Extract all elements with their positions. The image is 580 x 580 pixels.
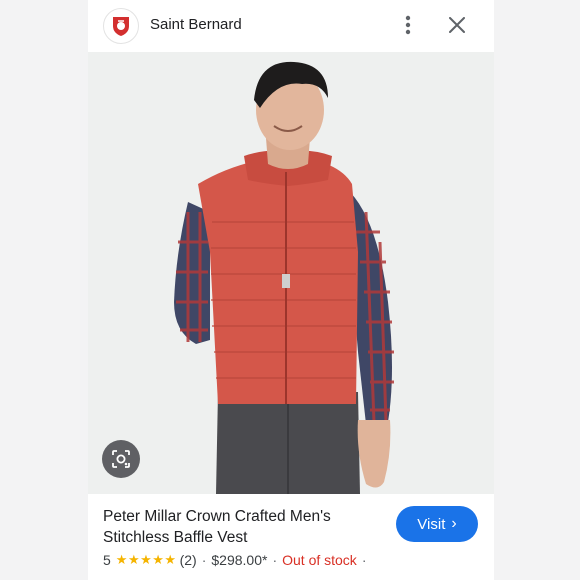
rating-value: 5 xyxy=(103,552,111,568)
close-button[interactable] xyxy=(444,12,470,38)
review-count: (2) xyxy=(179,552,197,568)
product-image[interactable] xyxy=(88,52,494,494)
more-options-button[interactable] xyxy=(396,12,420,38)
chevron-right-icon: › xyxy=(451,515,457,532)
site-name[interactable]: Saint Bernard xyxy=(150,16,242,33)
separator: · xyxy=(361,552,367,568)
separator: · xyxy=(201,552,207,568)
product-info: Peter Millar Crown Crafted Men's Stitchl… xyxy=(88,494,494,580)
separator: · xyxy=(272,552,278,568)
visit-button[interactable]: Visit › xyxy=(396,506,478,542)
shield-logo-icon xyxy=(113,17,129,36)
product-title[interactable]: Peter Millar Crown Crafted Men's Stitchl… xyxy=(103,506,378,548)
price: $298.00* xyxy=(211,552,268,568)
card-header: Saint Bernard xyxy=(88,0,494,52)
product-photo xyxy=(88,52,494,494)
more-vertical-icon xyxy=(405,15,411,35)
visit-label: Visit xyxy=(417,515,446,533)
stock-status: Out of stock xyxy=(282,552,357,568)
result-card: Saint Bernard Peter Millar Crown Crafted… xyxy=(88,0,494,580)
site-logo[interactable] xyxy=(103,8,139,44)
lens-icon xyxy=(112,450,130,468)
close-icon xyxy=(449,17,465,33)
lens-search-button[interactable] xyxy=(102,440,140,478)
product-meta: 5 ★★★★★ (2) · $298.00* · Out of stock · xyxy=(103,552,371,568)
rating-stars: ★★★★★ xyxy=(115,552,177,567)
